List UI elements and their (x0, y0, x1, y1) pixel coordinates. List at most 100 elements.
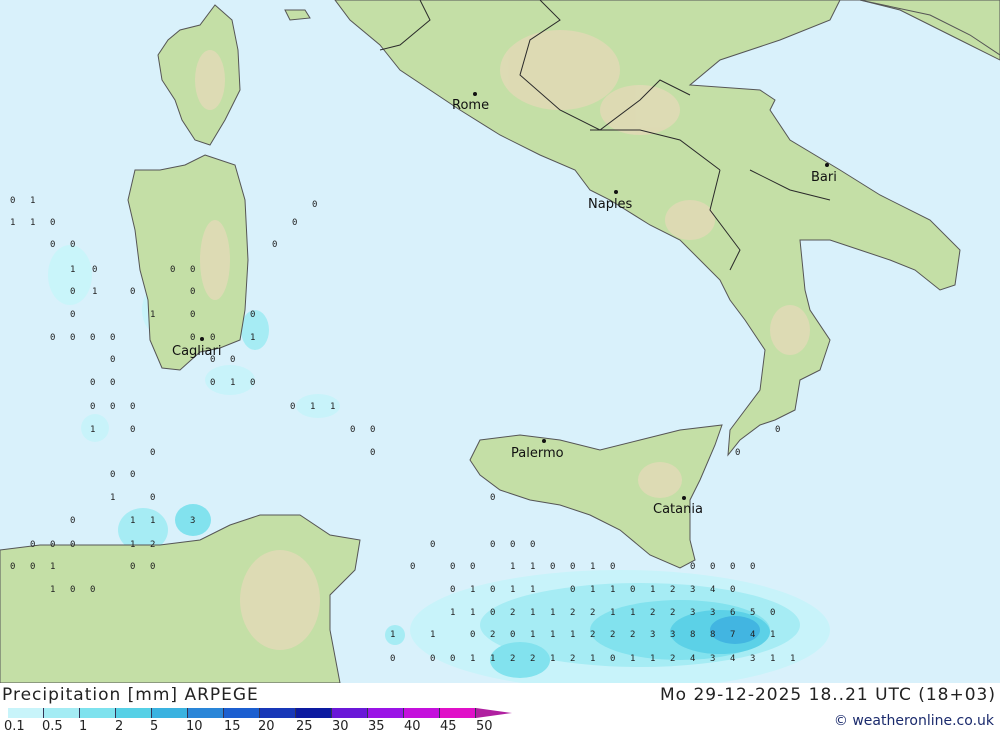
precip-value-label: 0 (630, 585, 636, 595)
precip-value-label: 1 (770, 654, 776, 664)
precip-value-label: 0 (490, 608, 496, 618)
precip-value-label: 2 (630, 630, 636, 640)
precip-value-label: 0 (110, 378, 116, 388)
legend-swatch (80, 708, 116, 718)
precipitation-map[interactable]: Rome Naples Bari Cagliari Palermo Catani… (0, 0, 1000, 683)
precip-value-label: 0 (210, 378, 216, 388)
legend-tick-label: 1 (79, 719, 88, 734)
precip-value-label: 1 (50, 585, 56, 595)
precip-value-label: 4 (750, 630, 756, 640)
precip-value-label: 1 (490, 654, 496, 664)
precip-value-label: 1 (470, 585, 476, 595)
precip-value-label: 0 (130, 470, 136, 480)
precip-value-label: 0 (470, 630, 476, 640)
precip-value-label: 1 (790, 654, 796, 664)
precip-value-label: 3 (750, 654, 756, 664)
precip-value-label: 3 (710, 608, 716, 618)
precip-value-label: 0 (570, 585, 576, 595)
legend-swatch (440, 708, 476, 718)
precip-value-label: 0 (90, 333, 96, 343)
precip-value-label: 0 (92, 265, 98, 275)
precip-value-label: 1 (470, 608, 476, 618)
precip-value-label: 1 (510, 562, 516, 572)
precip-value-label: 0 (550, 562, 556, 572)
city-dot-icon (682, 496, 686, 500)
precip-value-label: 2 (590, 630, 596, 640)
precip-value-label: 3 (670, 630, 676, 640)
legend-tick-label: 0.5 (42, 719, 63, 734)
precip-value-label: 1 (92, 287, 98, 297)
precip-value-label: 1 (250, 333, 256, 343)
city-dot-icon (542, 439, 546, 443)
precip-value-label: 0 (312, 200, 318, 210)
precip-value-label: 1 (310, 402, 316, 412)
legend-tick-label: 30 (332, 719, 349, 734)
precip-value-label: 0 (70, 310, 76, 320)
precip-value-label: 0 (430, 654, 436, 664)
precip-value-label: 0 (50, 333, 56, 343)
precip-value-label: 1 (230, 378, 236, 388)
precip-value-label: 1 (770, 630, 776, 640)
precip-value-label: 2 (570, 654, 576, 664)
precip-value-label: 0 (530, 540, 536, 550)
precip-value-label: 0 (150, 562, 156, 572)
precip-value-label: 1 (590, 654, 596, 664)
precip-value-label: 0 (50, 218, 56, 228)
precip-value-label: 4 (730, 654, 736, 664)
precip-value-label: 2 (150, 540, 156, 550)
color-legend (8, 708, 512, 718)
precip-value-label: 1 (130, 516, 136, 526)
precip-value-label: 0 (690, 562, 696, 572)
precip-value-label: 1 (550, 630, 556, 640)
precip-value-label: 8 (710, 630, 716, 640)
precip-value-label: 0 (30, 540, 36, 550)
precip-value-label: 0 (10, 562, 16, 572)
precip-value-label: 0 (370, 425, 376, 435)
map-title: Precipitation [mm] ARPEGE (2, 685, 259, 705)
precip-value-label: 1 (610, 585, 616, 595)
precip-value-label: 2 (610, 630, 616, 640)
precip-value-label: 0 (110, 355, 116, 365)
precip-value-label: 1 (70, 265, 76, 275)
precip-value-label: 0 (50, 540, 56, 550)
precip-value-label: 0 (210, 355, 216, 365)
land-layer (0, 0, 1000, 683)
city-dot-icon (200, 337, 204, 341)
precip-value-label: 0 (570, 562, 576, 572)
precip-value-label: 0 (510, 540, 516, 550)
precip-value-label: 0 (730, 585, 736, 595)
precip-value-label: 0 (130, 425, 136, 435)
legend-tick-label: 25 (296, 719, 313, 734)
precip-value-label: 0 (190, 265, 196, 275)
legend-tick-label: 2 (115, 719, 124, 734)
precip-value-label: 1 (650, 585, 656, 595)
precip-value-label: 0 (735, 448, 741, 458)
legend-tick-label: 5 (150, 719, 159, 734)
precip-value-label: 1 (550, 608, 556, 618)
precip-value-label: 4 (690, 654, 696, 664)
precip-value-label: 0 (750, 562, 756, 572)
credit-link[interactable]: © weatheronline.co.uk (834, 713, 994, 729)
precip-value-label: 0 (190, 287, 196, 297)
precip-value-label: 1 (590, 562, 596, 572)
precip-value-label: 0 (210, 333, 216, 343)
precip-value-label: 1 (130, 540, 136, 550)
precip-value-label: 1 (510, 585, 516, 595)
precip-value-label: 0 (90, 585, 96, 595)
precip-value-label: 0 (70, 287, 76, 297)
precip-value-label: 2 (670, 585, 676, 595)
precip-value-label: 0 (70, 240, 76, 250)
precip-value-label: 0 (490, 493, 496, 503)
precip-value-label: 0 (450, 654, 456, 664)
city-dot-icon (825, 163, 829, 167)
city-label-bari: Bari (811, 170, 837, 185)
precip-value-label: 2 (510, 654, 516, 664)
precip-value-label: 2 (510, 608, 516, 618)
legend-swatch (188, 708, 224, 718)
precip-value-label: 0 (190, 333, 196, 343)
legend-swatch (152, 708, 188, 718)
city-label-naples: Naples (588, 197, 633, 212)
precip-value-label: 0 (490, 540, 496, 550)
precip-value-label: 0 (290, 402, 296, 412)
precip-value-label: 0 (70, 333, 76, 343)
